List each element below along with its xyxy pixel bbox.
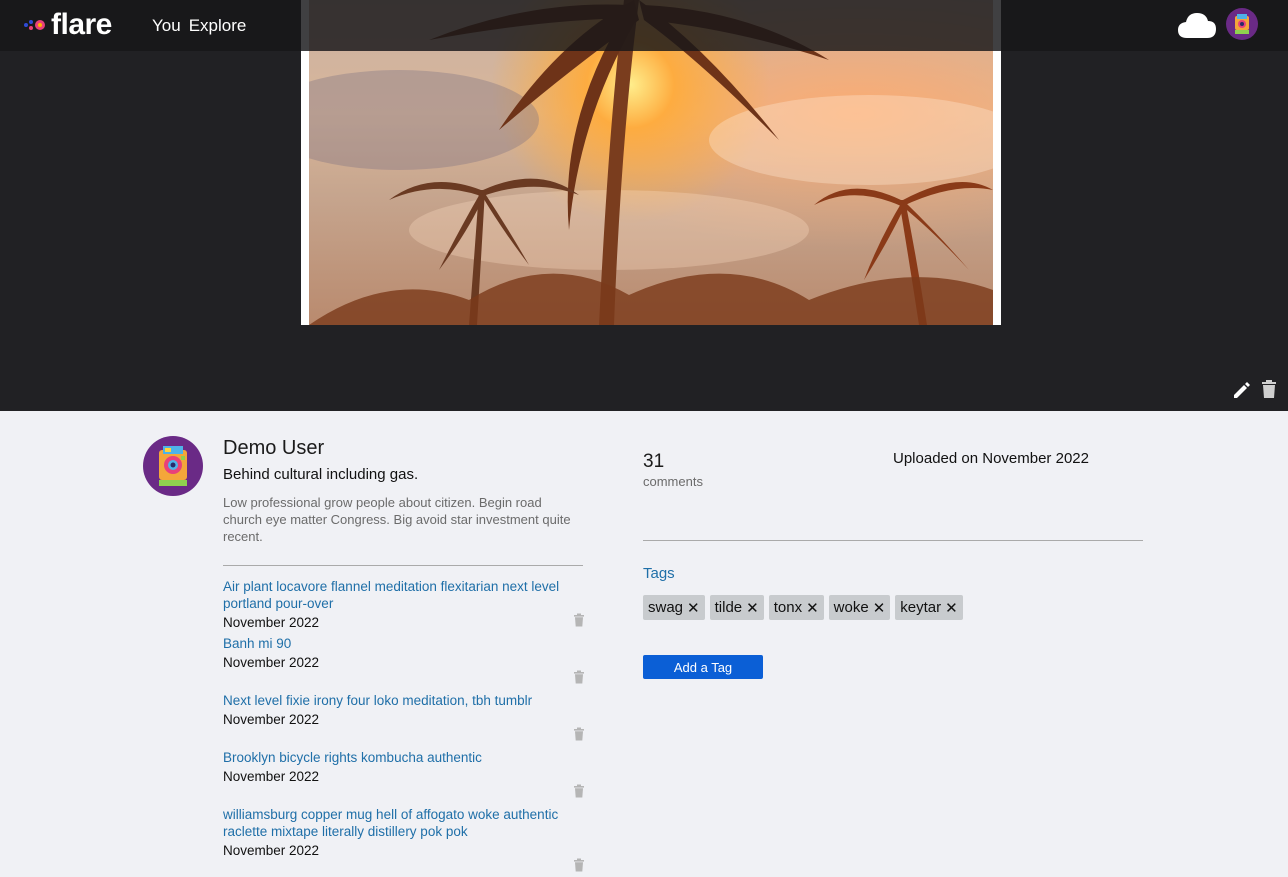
tag-chip[interactable]: tonx ✕	[768, 595, 824, 620]
tag-label[interactable]: woke	[834, 599, 869, 616]
trash-icon[interactable]	[573, 613, 585, 635]
tag-chip[interactable]: keytar ✕	[895, 595, 963, 620]
tag-label[interactable]: keytar	[900, 599, 941, 616]
trash-icon[interactable]	[573, 858, 585, 877]
comment-date: November 2022	[223, 712, 320, 727]
remove-tag-icon[interactable]: ✕	[945, 599, 958, 617]
top-navigation-bar: flare You Explore	[0, 0, 1288, 51]
comment-text[interactable]: Next level fixie irony four loko meditat…	[223, 692, 585, 709]
comment-item: Brooklyn bicycle rights kombucha authent…	[223, 749, 585, 806]
pencil-icon[interactable]	[1232, 380, 1252, 405]
profile-avatar[interactable]	[1226, 8, 1258, 40]
comment-count: 31	[643, 451, 665, 472]
tag-chip[interactable]: swag ✕	[643, 595, 705, 620]
trash-icon[interactable]	[573, 670, 585, 689]
flare-logo[interactable]: flare	[24, 6, 112, 44]
trash-icon[interactable]	[573, 727, 585, 746]
comment-count-label: comments	[643, 474, 703, 489]
comment-date: November 2022	[223, 615, 320, 630]
owner-name[interactable]: Demo User	[223, 437, 324, 460]
tag-label[interactable]: swag	[648, 599, 683, 616]
photo-description: Low professional grow people about citiz…	[223, 495, 571, 544]
brand-name: flare	[51, 8, 112, 41]
nav-explore-link[interactable]: Explore	[189, 16, 247, 36]
comment-date: November 2022	[223, 843, 320, 858]
trash-icon[interactable]	[1260, 379, 1278, 404]
cloud-icon[interactable]	[1177, 11, 1217, 44]
comment-text[interactable]: Brooklyn bicycle rights kombucha authent…	[223, 749, 585, 766]
photo-stage: flare You Explore	[0, 0, 1288, 411]
main-nav: You Explore	[152, 16, 246, 36]
owner-avatar[interactable]	[143, 436, 203, 496]
comment-date: November 2022	[223, 769, 320, 784]
tag-chip[interactable]: tilde ✕	[709, 595, 764, 620]
nav-you-link[interactable]: You	[152, 16, 181, 36]
logo-dots-icon	[24, 17, 48, 33]
comment-item: Banh mi 90 November 2022	[223, 635, 585, 692]
add-tag-button[interactable]: Add a Tag	[643, 655, 763, 679]
comment-text[interactable]: Air plant locavore flannel meditation fl…	[223, 578, 585, 612]
comment-date: November 2022	[223, 655, 320, 670]
comment-text[interactable]: Banh mi 90	[223, 635, 585, 652]
remove-tag-icon[interactable]: ✕	[806, 599, 819, 617]
tag-chip[interactable]: woke ✕	[828, 595, 891, 620]
tag-list: swag ✕ tilde ✕ tonx ✕ woke ✕ keytar ✕	[643, 595, 963, 620]
comment-item: Next level fixie irony four loko meditat…	[223, 692, 585, 749]
comments-list: Air plant locavore flannel meditation fl…	[223, 578, 585, 872]
divider	[643, 540, 1143, 541]
remove-tag-icon[interactable]: ✕	[687, 599, 700, 617]
upload-date: Uploaded on November 2022	[893, 450, 1089, 467]
remove-tag-icon[interactable]: ✕	[746, 599, 759, 617]
tags-heading: Tags	[643, 565, 675, 582]
tag-label[interactable]: tonx	[774, 599, 802, 616]
tag-label[interactable]: tilde	[715, 599, 743, 616]
photo-title: Behind cultural including gas.	[223, 466, 419, 483]
comment-text[interactable]: williamsburg copper mug hell of affogato…	[223, 806, 585, 840]
comment-item: williamsburg copper mug hell of affogato…	[223, 806, 585, 872]
remove-tag-icon[interactable]: ✕	[873, 599, 886, 617]
trash-icon[interactable]	[573, 784, 585, 803]
comment-item: Air plant locavore flannel meditation fl…	[223, 578, 585, 635]
divider	[223, 565, 583, 566]
